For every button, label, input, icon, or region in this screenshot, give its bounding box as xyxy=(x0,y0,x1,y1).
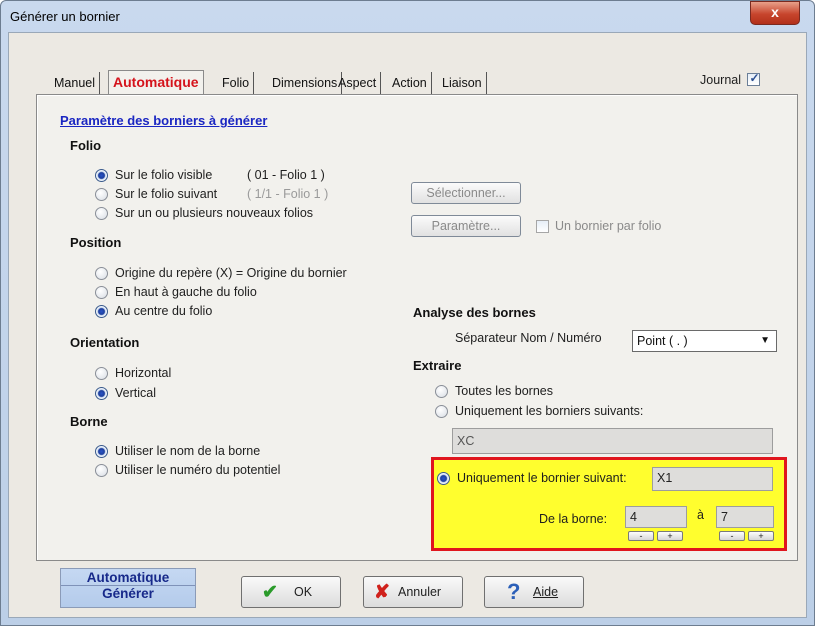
radio-icon[interactable] xyxy=(437,472,450,485)
radio-icon[interactable] xyxy=(435,385,448,398)
tab-dimensions[interactable]: Dimensions xyxy=(268,72,343,94)
ok-button[interactable]: ✔ OK xyxy=(241,576,341,608)
select-button[interactable]: Sélectionner... xyxy=(411,182,521,204)
radio-icon[interactable] xyxy=(95,387,108,400)
chevron-down-icon[interactable]: ▼ xyxy=(760,331,770,351)
journal-label: Journal xyxy=(700,73,741,87)
tab-liaison[interactable]: Liaison xyxy=(438,72,487,94)
radio-icon[interactable] xyxy=(95,367,108,380)
to-plus-button[interactable]: + xyxy=(748,531,774,541)
borne-header: Borne xyxy=(70,414,108,429)
option-label: Au centre du folio xyxy=(115,304,213,318)
mode-generate-label: Générer xyxy=(102,586,154,601)
to-minus-button[interactable]: - xyxy=(719,531,745,541)
tab-aspect[interactable]: Aspect xyxy=(334,72,382,94)
tab-action[interactable]: Action xyxy=(388,72,432,94)
from-plus-button[interactable]: + xyxy=(657,531,683,541)
range-label: De la borne: xyxy=(539,512,608,526)
title-bar: Générer un bornier x xyxy=(0,0,815,32)
option-label: Toutes les bornes xyxy=(455,384,553,398)
folio-next-info: ( 1/1 - Folio 1 ) xyxy=(247,187,329,201)
one-per-folio-checkbox[interactable] xyxy=(536,220,549,233)
radio-icon[interactable] xyxy=(95,286,108,299)
radio-icon[interactable] xyxy=(95,169,108,182)
option-label: Uniquement les borniers suivants: xyxy=(455,404,644,418)
journal-checkbox[interactable] xyxy=(747,71,761,86)
tab-automatique[interactable]: Automatique xyxy=(108,70,204,96)
position-header: Position xyxy=(70,235,122,250)
radio-icon[interactable] xyxy=(95,464,108,477)
separator-value: Point ( . ) xyxy=(637,334,688,348)
option-label: Sur le folio visible xyxy=(115,168,213,182)
cancel-button[interactable]: ✘ Annuler xyxy=(363,576,463,608)
radio-icon[interactable] xyxy=(95,445,108,458)
radio-icon[interactable] xyxy=(95,207,108,220)
option-label: Uniquement le bornier suivant: xyxy=(457,471,627,485)
folio-header: Folio xyxy=(70,138,102,153)
radio-icon[interactable] xyxy=(95,267,108,280)
help-icon: ? xyxy=(507,579,521,604)
option-label: Origine du repère (X) = Origine du borni… xyxy=(115,266,347,280)
radio-icon[interactable] xyxy=(95,188,108,201)
analysis-header: Analyse des bornes xyxy=(413,305,536,320)
single-block-field[interactable]: X1 xyxy=(652,467,773,491)
option-label: Sur le folio suivant xyxy=(115,187,218,201)
tab-folio[interactable]: Folio xyxy=(218,72,255,94)
help-label: Aide xyxy=(533,585,559,599)
orientation-header: Orientation xyxy=(70,335,140,350)
cross-icon: ✘ xyxy=(374,582,390,603)
following-blocks-field[interactable]: XC xyxy=(452,428,773,454)
radio-icon[interactable] xyxy=(435,405,448,418)
option-label: Vertical xyxy=(115,386,156,400)
checkmark-icon: ✔ xyxy=(262,582,278,603)
from-minus-button[interactable]: - xyxy=(628,531,654,541)
section-link[interactable]: Paramètre des borniers à générer xyxy=(60,113,267,128)
to-terminal-field[interactable]: 7 xyxy=(716,506,774,528)
parameter-button[interactable]: Paramètre... xyxy=(411,215,521,237)
separator-label: Séparateur Nom / Numéro xyxy=(455,331,602,345)
ok-label: OK xyxy=(294,585,313,599)
close-button[interactable]: x xyxy=(750,1,800,25)
radio-icon[interactable] xyxy=(95,305,108,318)
option-label: Sur un ou plusieurs nouveaux folios xyxy=(115,206,314,220)
tab-manuel[interactable]: Manuel xyxy=(50,72,100,94)
one-per-folio-label: Un bornier par folio xyxy=(555,219,662,233)
mode-automatic-label: Automatique xyxy=(61,569,195,586)
option-label: Utiliser le numéro du potentiel xyxy=(115,463,281,477)
mode-indicator: Automatique Générer xyxy=(60,568,196,608)
help-button[interactable]: ? Aide xyxy=(484,576,584,608)
option-label: Horizontal xyxy=(115,366,172,380)
journal-toggle[interactable]: Journal xyxy=(700,71,761,87)
to-label: à xyxy=(697,508,704,522)
separator-select[interactable]: Point ( . ) ▼ xyxy=(632,330,777,352)
option-label: Utiliser le nom de la borne xyxy=(115,444,261,458)
cancel-label: Annuler xyxy=(398,585,442,599)
option-label: En haut à gauche du folio xyxy=(115,285,257,299)
window-title: Générer un bornier xyxy=(10,9,120,24)
folio-visible-info: ( 01 - Folio 1 ) xyxy=(247,168,325,182)
from-terminal-field[interactable]: 4 xyxy=(625,506,687,528)
extract-header: Extraire xyxy=(413,358,462,373)
